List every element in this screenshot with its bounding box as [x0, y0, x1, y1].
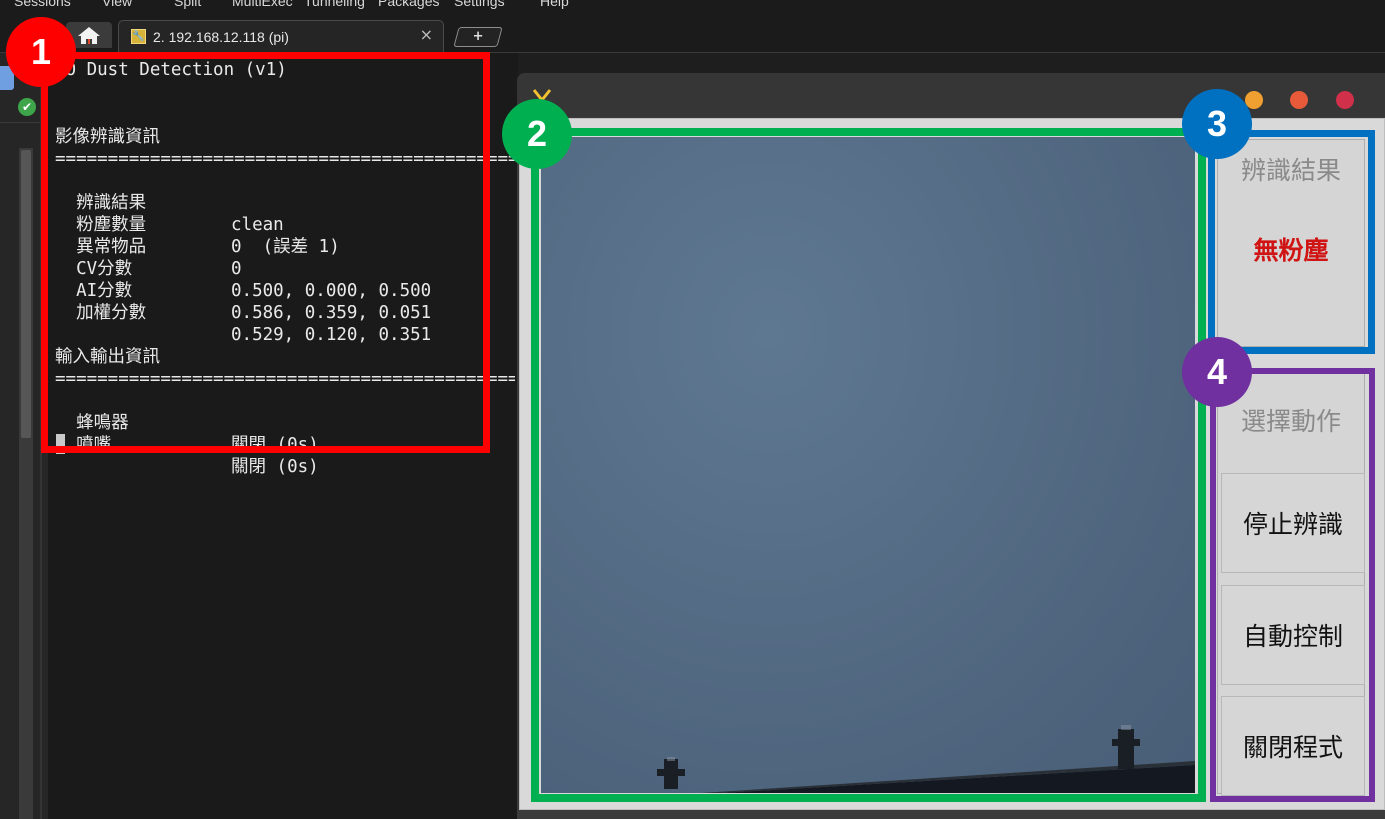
annotation-badge-3: 3	[1182, 89, 1252, 159]
annotation-box-4	[1210, 368, 1375, 802]
menu-bar: Sessions View Split MultiExec Tunneling …	[0, 0, 1385, 14]
sidebar-divider	[0, 122, 40, 123]
maximize-window-icon[interactable]	[1290, 91, 1308, 109]
tab-session-label: 2. 192.168.12.118 (pi)	[153, 29, 289, 45]
menu-settings[interactable]: Settings	[454, 0, 505, 9]
annotation-box-1	[41, 52, 490, 453]
tab-session[interactable]: 🔧 2. 192.168.12.118 (pi) ×	[118, 20, 444, 53]
terminal-row-value: 關閉 (0s)	[231, 457, 319, 477]
check-icon: ✔	[18, 98, 36, 116]
close-window-icon[interactable]	[1336, 91, 1354, 109]
menu-split[interactable]: Split	[174, 0, 201, 9]
new-tab-button[interactable]: +	[453, 27, 503, 47]
sidebar-scrollbar[interactable]	[21, 150, 31, 438]
menu-sessions[interactable]: Sessions	[14, 0, 71, 9]
menu-tunneling[interactable]: Tunneling	[304, 0, 365, 9]
menu-multiexec[interactable]: MultiExec	[232, 0, 293, 9]
annotation-badge-2: 2	[502, 99, 572, 169]
annotation-badge-4: 4	[1182, 337, 1252, 407]
ssh-key-icon: 🔧	[131, 29, 146, 44]
annotation-box-3	[1208, 130, 1375, 354]
plus-icon: +	[472, 29, 484, 44]
tab-close-icon[interactable]: ×	[420, 25, 433, 44]
annotation-box-2	[531, 128, 1206, 802]
annotation-badge-1: 1	[6, 17, 76, 87]
menu-help[interactable]: Help	[540, 0, 569, 9]
menu-packages[interactable]: Packages	[378, 0, 439, 9]
menu-view[interactable]: View	[102, 0, 132, 9]
